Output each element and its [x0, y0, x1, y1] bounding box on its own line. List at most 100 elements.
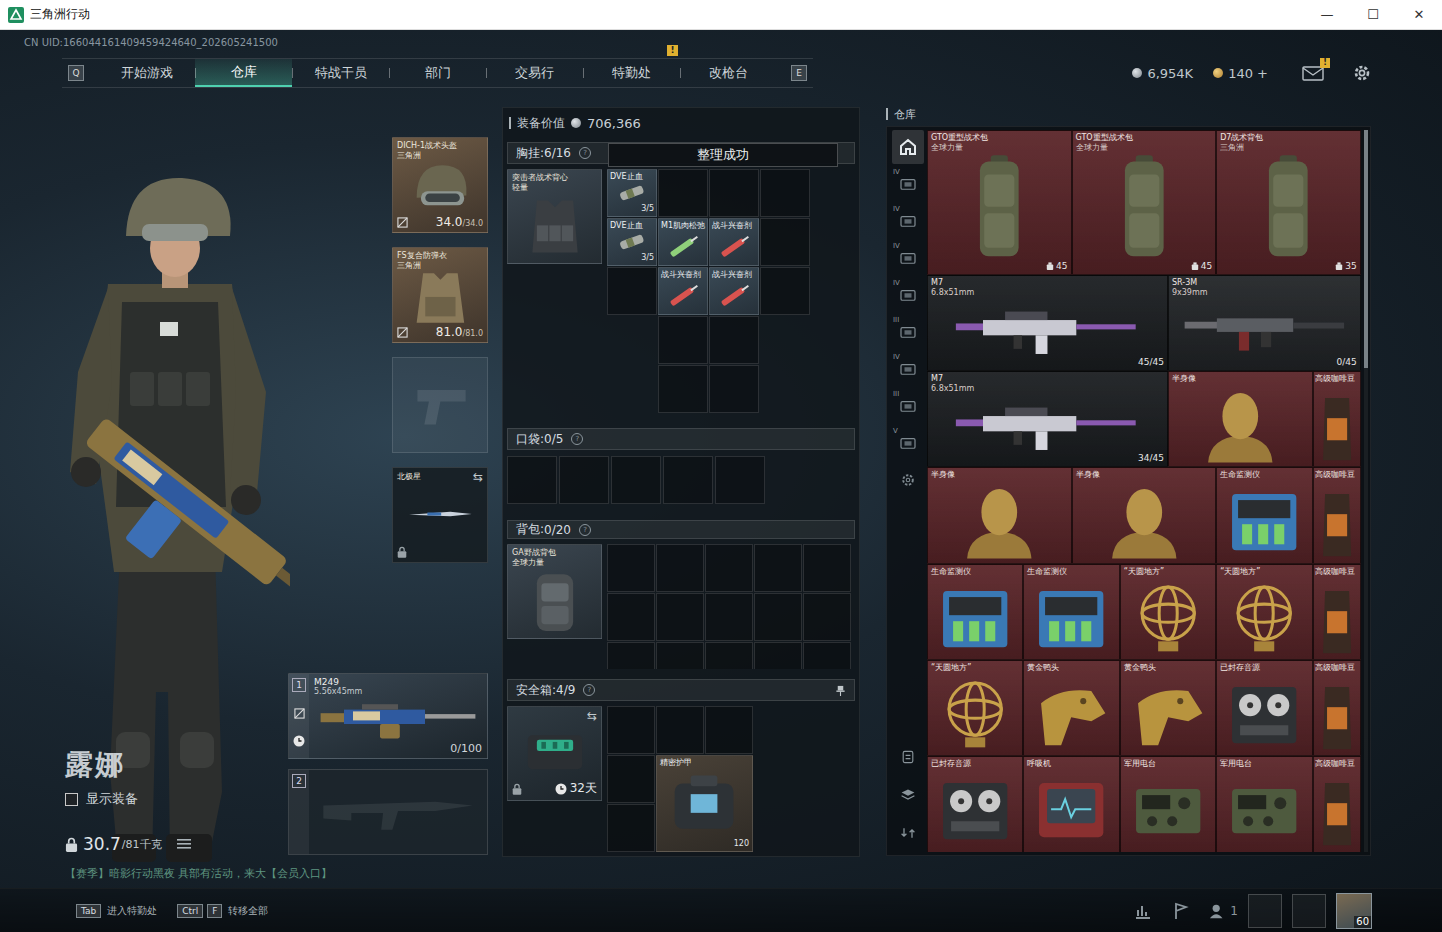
warehouse-item[interactable]: GTO重型战术包全球力量45	[1072, 130, 1217, 275]
warehouse-tab[interactable]: IV	[892, 167, 924, 201]
key-hint[interactable]: Tab进入特勤处	[76, 904, 157, 918]
chest-slot[interactable]	[709, 169, 759, 217]
warehouse-item[interactable]: 黄金鸭头	[1023, 660, 1119, 756]
nav-tab[interactable]: 特战干员	[292, 59, 389, 87]
help-icon[interactable]: ?	[579, 147, 591, 159]
warehouse-item[interactable]: 呼吸机	[1023, 756, 1119, 852]
backpack-slot[interactable]	[656, 593, 704, 641]
warehouse-item[interactable]: “天圆地方”	[1216, 564, 1312, 660]
flag-icon[interactable]	[1171, 901, 1191, 921]
pin-icon[interactable]	[835, 685, 846, 696]
backpack-slot[interactable]	[803, 593, 851, 641]
pocket-slot[interactable]	[611, 456, 661, 504]
settings-gear-icon[interactable]	[1352, 63, 1372, 83]
help-icon[interactable]: ?	[571, 433, 583, 445]
chest-slot[interactable]: 战斗兴奋剂	[658, 267, 708, 315]
warehouse-tab[interactable]: V	[892, 426, 924, 460]
backpack-slot[interactable]	[705, 642, 753, 669]
warehouse-tab[interactable]: III	[892, 389, 924, 423]
help-icon[interactable]: ?	[579, 524, 591, 536]
warehouse-item[interactable]: “天圆地方”	[1120, 564, 1216, 660]
chest-slot[interactable]	[658, 169, 708, 217]
warehouse-item[interactable]: 生命监测仪	[1216, 467, 1312, 563]
maximize-button[interactable]: ☐	[1350, 0, 1396, 29]
stats-icon[interactable]	[1133, 901, 1153, 921]
chest-slot[interactable]	[760, 267, 810, 315]
transfer-icon[interactable]	[897, 822, 919, 844]
backpack-slot[interactable]	[705, 593, 753, 641]
layers-icon[interactable]	[897, 784, 919, 806]
team-slot[interactable]	[1248, 894, 1282, 928]
safe-box-item[interactable]: ⇆32天	[507, 706, 602, 801]
chest-slot[interactable]: DVE止血3/5	[607, 218, 657, 266]
chest-slot[interactable]	[607, 267, 657, 315]
weapon-slot[interactable]: 2	[288, 769, 488, 855]
close-button[interactable]: ✕	[1396, 0, 1442, 29]
warehouse-tab[interactable]: IV	[892, 278, 924, 312]
warehouse-tab[interactable]: IV	[892, 241, 924, 275]
backpack-slot[interactable]	[607, 642, 655, 669]
chest-slot[interactable]: 战斗兴奋剂	[709, 267, 759, 315]
warehouse-item[interactable]: 生命监测仪	[1023, 564, 1119, 660]
weapon-slot[interactable]: 1M2495.56x45mm0/100	[288, 673, 488, 759]
event-banner[interactable]: 【赛季】暗影行动黑夜 具部有活动，来大【会员入口】	[0, 862, 490, 888]
warehouse-item[interactable]: 黄金鸭头	[1120, 660, 1216, 756]
team-slot[interactable]	[1292, 894, 1326, 928]
warehouse-tab[interactable]: IV	[892, 204, 924, 238]
backpack-slot[interactable]	[754, 544, 802, 592]
swap-icon[interactable]: ⇆	[473, 471, 483, 483]
warehouse-item[interactable]: 已封存音源	[1216, 660, 1312, 756]
pocket-slot[interactable]	[663, 456, 713, 504]
help-icon[interactable]: ?	[583, 684, 595, 696]
warehouse-item[interactable]: GTO重型战术包全球力量45	[927, 130, 1072, 275]
armor-slot[interactable]: FS复合防弹衣三角洲81.0/81.0	[392, 247, 488, 343]
warehouse-item[interactable]: 高级咖啡豆	[1313, 371, 1361, 467]
scrollbar-thumb[interactable]	[1364, 130, 1368, 368]
backpack-item[interactable]: GA野战背包全球力量	[507, 544, 602, 639]
warehouse-item[interactable]: 半身像	[1072, 467, 1217, 563]
warehouse-tab[interactable]: IV	[892, 352, 924, 386]
helmet-slot[interactable]: DICH-1战术头盔三角洲34.0/34.0	[392, 137, 488, 233]
backpack-slot[interactable]	[803, 642, 851, 669]
backpack-slot[interactable]	[656, 642, 704, 669]
currency[interactable]: 140 +	[1213, 66, 1268, 81]
backpack-slot[interactable]	[607, 593, 655, 641]
show-gear-checkbox[interactable]: 显示装备	[65, 790, 290, 808]
warehouse-item[interactable]: SR-3M9x39mm0/45	[1168, 275, 1361, 371]
chest-rig-item[interactable]: 突击者战术背心轻量	[507, 169, 602, 264]
chest-slot[interactable]	[760, 218, 810, 266]
chest-slot[interactable]: M1肌肉松弛	[658, 218, 708, 266]
pocket-slot[interactable]	[507, 456, 557, 504]
key-hint[interactable]: CtrlF转移全部	[177, 904, 268, 918]
safe-slot[interactable]	[656, 706, 704, 754]
warehouse-tab[interactable]	[892, 130, 924, 164]
backpack-slot[interactable]	[754, 593, 802, 641]
next-tab-key[interactable]: E	[791, 65, 807, 81]
warehouse-item[interactable]: 军用电台	[1216, 756, 1312, 852]
minimize-button[interactable]: —	[1304, 0, 1350, 29]
warehouse-item[interactable]: 军用电台	[1120, 756, 1216, 852]
warehouse-item[interactable]: “天圆地方”	[927, 660, 1023, 756]
chest-slot[interactable]: DVE止血3/5	[607, 169, 657, 217]
checkbox-box[interactable]	[65, 793, 78, 806]
currency[interactable]: 6,954K	[1132, 66, 1193, 81]
warehouse-tab[interactable]	[892, 463, 924, 497]
prev-tab-key[interactable]: Q	[68, 65, 84, 81]
warehouse-tab[interactable]: III	[892, 315, 924, 349]
warehouse-item[interactable]: 高级咖啡豆	[1313, 467, 1361, 563]
sort-icon[interactable]	[897, 746, 919, 768]
safe-slot[interactable]	[607, 755, 655, 803]
warehouse-item[interactable]: 已封存音源	[927, 756, 1023, 852]
safe-item[interactable]: 精密护甲120	[656, 755, 753, 852]
nav-tab[interactable]: 部门	[389, 59, 486, 87]
warehouse-item[interactable]: 高级咖啡豆	[1313, 564, 1361, 660]
warehouse-item[interactable]: 半身像	[1168, 371, 1313, 467]
mail-button[interactable]: !	[1302, 65, 1324, 81]
safe-slot[interactable]	[607, 804, 655, 852]
backpack-slot[interactable]	[607, 544, 655, 592]
safe-slot[interactable]	[607, 706, 655, 754]
nav-tab[interactable]: 改枪台	[680, 59, 777, 87]
warehouse-item[interactable]: 生命监测仪	[927, 564, 1023, 660]
backpack-slot[interactable]	[656, 544, 704, 592]
nav-tab[interactable]: 特勤处!	[583, 59, 680, 87]
